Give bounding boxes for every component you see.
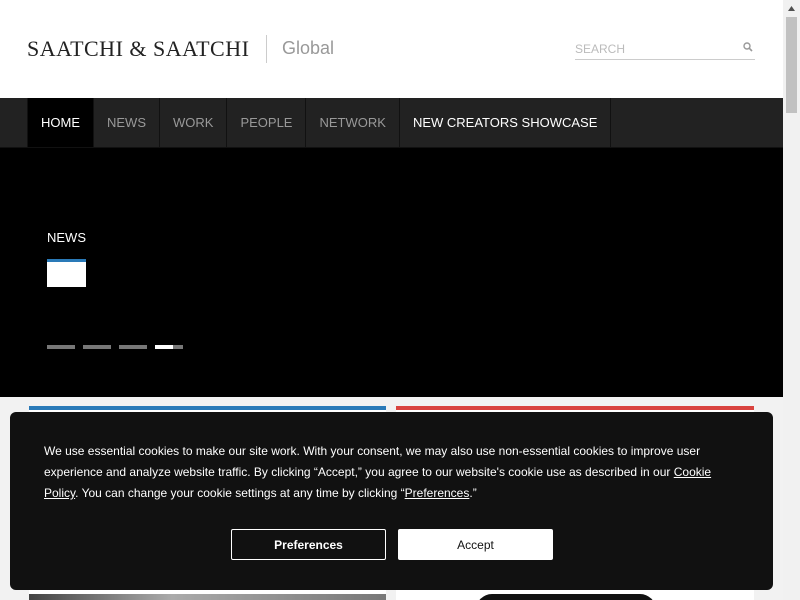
page: SAATCHI & SAATCHI Global HOME NEWS WORK … xyxy=(0,0,783,600)
slider-pagination xyxy=(47,345,183,349)
preferences-button[interactable]: Preferences xyxy=(231,529,386,560)
card-image xyxy=(29,594,386,600)
cookie-text-1: We use essential cookies to make our sit… xyxy=(44,444,701,479)
nav-item-people[interactable]: PEOPLE xyxy=(227,98,307,147)
cookie-text-2: . You can change your cookie settings at… xyxy=(75,486,405,500)
region-label[interactable]: Global xyxy=(282,38,334,59)
cookie-message: We use essential cookies to make our sit… xyxy=(44,441,734,504)
cookie-text-3: .” xyxy=(469,486,477,500)
slider-dot[interactable] xyxy=(83,345,111,349)
nav-item-home[interactable]: HOME xyxy=(27,98,94,147)
scrollbar-thumb[interactable] xyxy=(786,17,797,113)
accept-button[interactable]: Accept xyxy=(398,529,553,560)
search-input[interactable] xyxy=(575,40,735,58)
hero-slider: NEWS xyxy=(0,148,783,397)
vertical-scrollbar[interactable] xyxy=(783,0,800,600)
search-box xyxy=(575,40,755,60)
nav-item-news[interactable]: NEWS xyxy=(94,98,160,147)
search-icon[interactable] xyxy=(743,42,753,52)
logo-divider xyxy=(266,35,267,63)
slider-dot-active[interactable] xyxy=(155,345,183,349)
hero-category-label: NEWS xyxy=(47,230,86,245)
saatchi-logo[interactable]: SAATCHI & SAATCHI xyxy=(27,36,249,62)
nav-item-work[interactable]: WORK xyxy=(160,98,228,147)
main-nav: HOME NEWS WORK PEOPLE NETWORK NEW CREATO… xyxy=(0,98,783,148)
card-image xyxy=(476,594,656,600)
site-header: SAATCHI & SAATCHI Global xyxy=(0,0,783,98)
scroll-up-arrow-icon[interactable] xyxy=(783,0,800,17)
slider-dot[interactable] xyxy=(119,345,147,349)
slider-dot[interactable] xyxy=(47,345,75,349)
preferences-link[interactable]: Preferences xyxy=(405,486,470,500)
nav-item-new-creators-showcase[interactable]: NEW CREATORS SHOWCASE xyxy=(400,98,612,147)
nav-item-network[interactable]: NETWORK xyxy=(306,98,400,147)
hero-news-card[interactable] xyxy=(47,259,86,287)
cookie-banner: We use essential cookies to make our sit… xyxy=(10,412,773,590)
